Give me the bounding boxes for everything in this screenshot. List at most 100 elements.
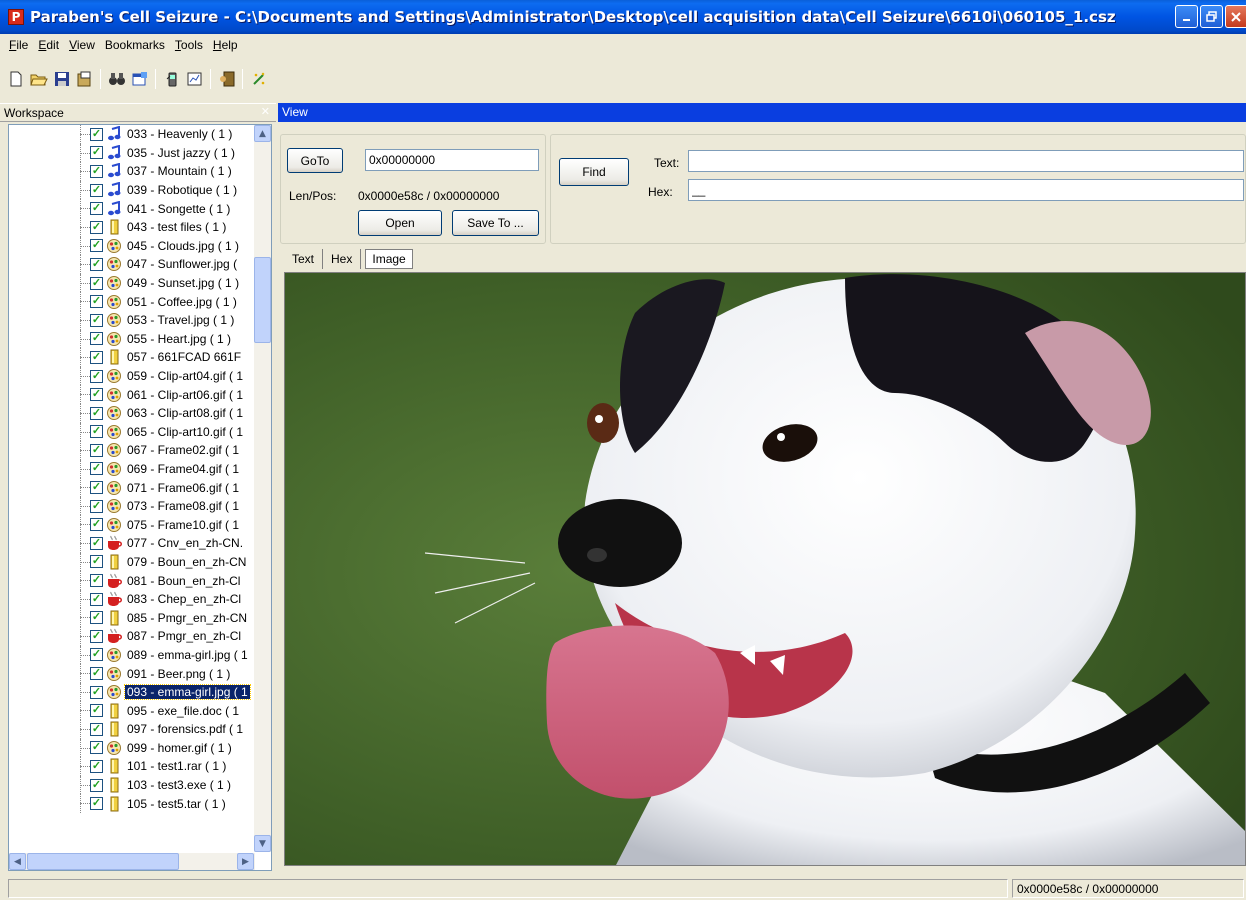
tree-item[interactable]: ✓ 041 - Songette ( 1 ) [9,199,255,218]
item-checkbox[interactable]: ✓ [90,648,103,662]
minimize-button[interactable] [1175,5,1198,28]
tree-item[interactable]: ✓ 087 - Pmgr_en_zh-Cl [9,627,255,646]
app-icon[interactable]: P [8,9,24,25]
tree-item[interactable]: ✓ 063 - Clip-art08.gif ( 1 [9,403,255,423]
tree-item[interactable]: ✓ 099 - homer.gif ( 1 ) [9,738,255,758]
item-checkbox[interactable]: ✓ [90,332,103,346]
tree-item[interactable]: ✓ 085 - Pmgr_en_zh-CN [9,608,255,628]
scroll-left-button[interactable]: ◀ [9,853,26,870]
tree-item[interactable]: ✓ 037 - Mountain ( 1 ) [9,162,255,181]
item-checkbox[interactable]: ✓ [90,555,103,569]
acquire-button[interactable] [73,68,96,90]
open-button[interactable]: Open [358,210,442,236]
tree-item[interactable]: ✓ 061 - Clip-art06.gif ( 1 [9,385,255,404]
tree-item[interactable]: ✓ 049 - Sunset.jpg ( 1 ) [9,273,255,293]
tree-item[interactable]: ✓ 039 - Robotique ( 1 ) [9,180,255,200]
tree-item[interactable]: ✓ 055 - Heart.jpg ( 1 ) [9,329,255,349]
tree-item[interactable]: ✓ 047 - Sunflower.jpg ( [9,255,255,274]
tree-item[interactable]: ✓ 043 - test files ( 1 ) [9,217,255,237]
hex-search-input[interactable] [688,179,1244,201]
exit-button[interactable] [215,68,238,90]
item-checkbox[interactable]: ✓ [90,220,103,234]
tree-item[interactable]: ✓ 095 - exe_file.doc ( 1 [9,701,255,720]
tree-item[interactable]: ✓ 045 - Clouds.jpg ( 1 ) [9,236,255,256]
item-checkbox[interactable]: ✓ [90,295,103,309]
scroll-right-button[interactable]: ▶ [237,853,254,870]
tree-item[interactable]: ✓ 081 - Boun_en_zh-Cl [9,571,255,590]
title-bar[interactable]: P Paraben's Cell Seizure - C:\Documents … [0,0,1246,34]
item-checkbox[interactable]: ✓ [90,574,103,588]
tab-image[interactable]: Image [365,249,413,269]
scroll-down-button[interactable]: ▼ [254,835,271,852]
item-checkbox[interactable]: ✓ [90,443,103,457]
item-checkbox[interactable]: ✓ [90,481,103,495]
menu-edit[interactable]: Edit [33,36,64,54]
item-checkbox[interactable]: ✓ [90,369,103,383]
open-folder-button[interactable] [27,68,50,90]
item-checkbox[interactable]: ✓ [90,350,103,364]
tree-item[interactable]: ✓ 053 - Travel.jpg ( 1 ) [9,310,255,330]
workspace-close-icon[interactable]: ✕ [261,105,270,118]
item-checkbox[interactable]: ✓ [90,425,103,439]
scroll-up-button[interactable]: ▲ [254,125,271,142]
tree-item[interactable]: ✓ 071 - Frame06.gif ( 1 [9,478,255,497]
item-checkbox[interactable]: ✓ [90,685,103,699]
item-checkbox[interactable]: ✓ [90,536,103,550]
item-checkbox[interactable]: ✓ [90,406,103,420]
tree-item[interactable]: ✓ 079 - Boun_en_zh-CN [9,552,255,572]
phone-button[interactable] [160,68,183,90]
item-checkbox[interactable]: ✓ [90,778,103,792]
item-checkbox[interactable]: ✓ [90,164,103,178]
tab-text[interactable]: Text [284,249,324,269]
item-checkbox[interactable]: ✓ [90,518,103,532]
wizard-button[interactable] [247,68,270,90]
tree-item[interactable]: ✓ 097 - forensics.pdf ( 1 [9,720,255,739]
item-checkbox[interactable]: ✓ [90,797,103,811]
goto-button[interactable]: GoTo [287,148,343,173]
save-to-button[interactable]: Save To ... [452,210,539,236]
tree-item[interactable]: ✓ 067 - Frame02.gif ( 1 [9,441,255,460]
menu-file[interactable]: File [4,36,33,54]
item-checkbox[interactable]: ✓ [90,611,103,625]
item-checkbox[interactable]: ✓ [90,202,103,216]
tree-item[interactable]: ✓ 059 - Clip-art04.gif ( 1 [9,366,255,386]
item-checkbox[interactable]: ✓ [90,592,103,606]
item-checkbox[interactable]: ✓ [90,741,103,755]
tree-horizontal-scrollbar[interactable]: ◀ ▶ [9,853,255,870]
item-checkbox[interactable]: ✓ [90,183,103,197]
item-checkbox[interactable]: ✓ [90,667,103,681]
save-button[interactable] [50,68,73,90]
tree-item[interactable]: ✓ 093 - emma-girl.jpg ( 1 [9,682,255,702]
tree-item[interactable]: ✓ 089 - emma-girl.jpg ( 1 [9,645,255,665]
item-checkbox[interactable]: ✓ [90,313,103,327]
item-checkbox[interactable]: ✓ [90,722,103,736]
tree-item[interactable]: ✓ 101 - test1.rar ( 1 ) [9,757,255,776]
goto-offset-input[interactable] [365,149,539,171]
item-checkbox[interactable]: ✓ [90,146,103,160]
tree-vertical-scrollbar[interactable]: ▲ ▼ [254,125,271,852]
tree-item[interactable]: ✓ 103 - test3.exe ( 1 ) [9,775,255,795]
item-checkbox[interactable]: ✓ [90,704,103,718]
properties-button[interactable] [128,68,151,90]
new-file-button[interactable] [4,68,27,90]
tree-item[interactable]: ✓ 083 - Chep_en_zh-Cl [9,589,255,609]
close-button[interactable] [1225,5,1246,28]
text-search-input[interactable] [688,150,1244,172]
item-checkbox[interactable]: ✓ [90,462,103,476]
find-button[interactable]: Find [559,158,629,186]
tree-item[interactable]: ✓ 073 - Frame08.gif ( 1 [9,496,255,516]
menu-view[interactable]: View [64,36,100,54]
tab-hex[interactable]: Hex [323,249,362,269]
item-checkbox[interactable]: ✓ [90,257,103,271]
tree-item[interactable]: ✓ 075 - Frame10.gif ( 1 [9,515,255,535]
tree-item[interactable]: ✓ 057 - 661FCAD 661F [9,348,255,367]
find-button[interactable] [105,68,128,90]
workspace-tree[interactable]: ✓ 033 - Heavenly ( 1 ) ✓ 035 - Just jazzy (… [8,124,272,871]
restore-button[interactable] [1200,5,1223,28]
tree-item[interactable]: ✓ 035 - Just jazzy ( 1 ) [9,143,255,163]
menu-help[interactable]: Help [208,36,243,54]
tree-item[interactable]: ✓ 065 - Clip-art10.gif ( 1 [9,422,255,442]
tree-item[interactable]: ✓ 091 - Beer.png ( 1 ) [9,664,255,683]
hscroll-thumb[interactable] [27,853,179,870]
menu-tools[interactable]: Tools [170,36,208,54]
